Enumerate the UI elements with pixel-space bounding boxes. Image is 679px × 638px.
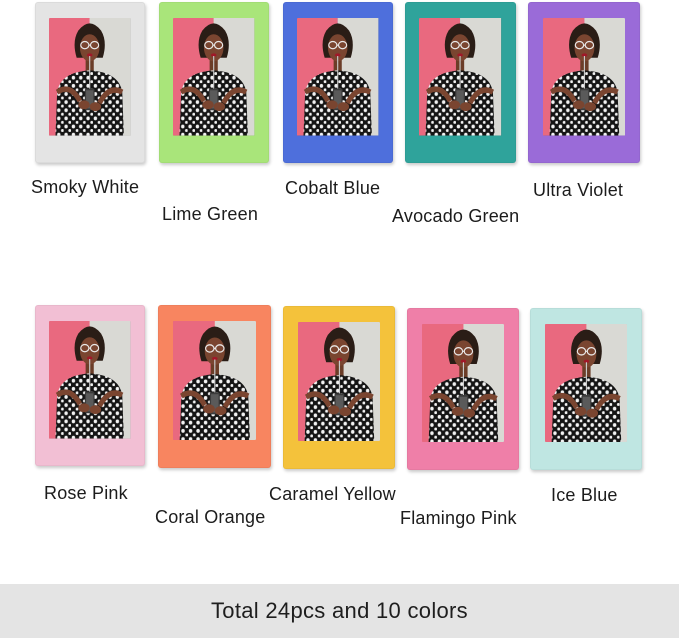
frame-lime-green bbox=[159, 2, 269, 163]
frame-caramel-yellow bbox=[283, 306, 395, 469]
footer-banner: Total 24pcs and 10 colors bbox=[0, 584, 679, 638]
label-flamingo-pink: Flamingo Pink bbox=[400, 508, 517, 528]
portrait-photo-icon bbox=[542, 18, 626, 136]
label-ultra-violet: Ultra Violet bbox=[533, 180, 624, 200]
portrait-photo-icon bbox=[297, 322, 381, 442]
portrait-photo-icon bbox=[172, 321, 257, 441]
portrait-photo-icon bbox=[544, 324, 628, 443]
label-ice-blue: Ice Blue bbox=[551, 485, 618, 505]
frame-cobalt-blue bbox=[283, 2, 393, 163]
label-caramel-yellow: Caramel Yellow bbox=[269, 484, 396, 504]
frame-rose-pink bbox=[35, 305, 145, 466]
portrait-photo-icon bbox=[49, 321, 131, 439]
frame-avocado-green bbox=[405, 2, 516, 163]
portrait-photo-icon bbox=[173, 18, 255, 136]
portrait-photo-icon bbox=[419, 18, 502, 136]
frame-smoky-white bbox=[35, 2, 145, 163]
frame-ice-blue bbox=[530, 308, 642, 470]
label-coral-orange: Coral Orange bbox=[155, 507, 266, 527]
portrait-photo-icon bbox=[49, 18, 131, 136]
frame-ultra-violet bbox=[528, 2, 640, 163]
label-cobalt-blue: Cobalt Blue bbox=[285, 178, 381, 198]
portrait-photo-icon bbox=[421, 324, 505, 443]
label-lime-green: Lime Green bbox=[162, 204, 259, 224]
portrait-photo-icon bbox=[297, 18, 379, 136]
frame-coral-orange bbox=[158, 305, 271, 468]
label-rose-pink: Rose Pink bbox=[44, 483, 128, 503]
frame-flamingo-pink bbox=[407, 308, 519, 470]
label-smoky-white: Smoky White bbox=[31, 177, 140, 197]
footer-text: Total 24pcs and 10 colors bbox=[211, 598, 468, 623]
label-avocado-green: Avocado Green bbox=[392, 206, 520, 226]
